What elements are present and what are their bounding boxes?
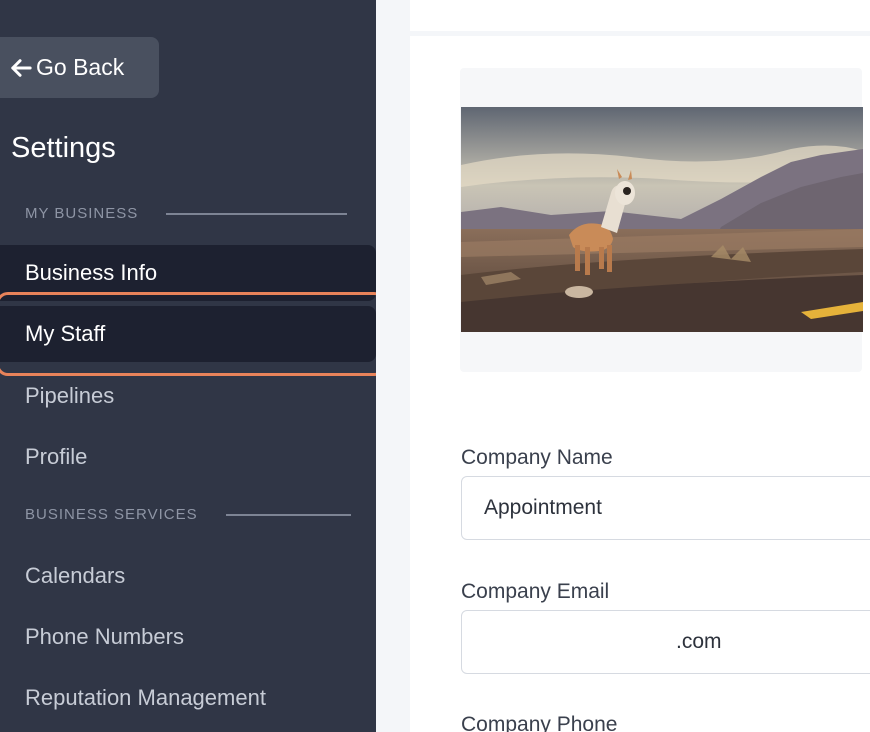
company-logo-image — [461, 107, 863, 332]
company-name-input[interactable]: Appointment — [461, 476, 870, 540]
company-email-value: .com — [676, 630, 722, 653]
sidebar-item-label: Calendars — [25, 563, 126, 588]
sidebar-item-label: Profile — [25, 444, 88, 469]
sidebar-item-my-staff[interactable]: My Staff — [0, 306, 376, 362]
top-bar — [410, 0, 870, 31]
sidebar-item-label: Reputation Management — [25, 685, 266, 710]
go-back-label: Go Back — [36, 54, 125, 80]
section-header-my-business: MY BUSINESS — [25, 205, 348, 222]
settings-title: Settings — [11, 132, 116, 164]
company-email-input[interactable]: .com — [461, 610, 870, 674]
company-email-label: Company Email — [461, 580, 610, 603]
app-window: Go Back Settings MY BUSINESS Business In… — [0, 0, 870, 732]
sidebar-item-label: Business Info — [25, 260, 158, 285]
company-name-value: Appointment — [484, 496, 602, 519]
section-divider — [225, 513, 351, 516]
arrow-left-icon — [11, 58, 32, 77]
settings-sidebar: Go Back Settings MY BUSINESS Business In… — [0, 0, 386, 732]
sidebar-item-reputation-management[interactable]: Reputation Management — [0, 670, 376, 726]
sidebar-item-profile[interactable]: Profile — [0, 429, 376, 485]
sidebar-item-pipelines[interactable]: Pipelines — [0, 368, 376, 424]
go-back-button[interactable]: Go Back — [0, 37, 159, 98]
company-name-label: Company Name — [461, 446, 613, 469]
main-content: Company Name Appointment Company Email .… — [376, 0, 870, 732]
sidebar-item-calendars[interactable]: Calendars — [0, 548, 376, 604]
sidebar-item-phone-numbers[interactable]: Phone Numbers — [0, 609, 376, 665]
section-header-business-services: BUSINESS SERVICES — [25, 506, 351, 523]
section-label: BUSINESS SERVICES — [25, 506, 198, 523]
section-divider — [166, 212, 348, 215]
company-phone-label: Company Phone — [461, 713, 618, 732]
sidebar-item-business-info[interactable]: Business Info — [0, 245, 376, 301]
sidebar-item-label: Pipelines — [25, 383, 115, 408]
sidebar-item-label: Phone Numbers — [25, 624, 184, 649]
sidebar-item-label: My Staff — [25, 321, 106, 346]
section-label: MY BUSINESS — [25, 205, 139, 222]
